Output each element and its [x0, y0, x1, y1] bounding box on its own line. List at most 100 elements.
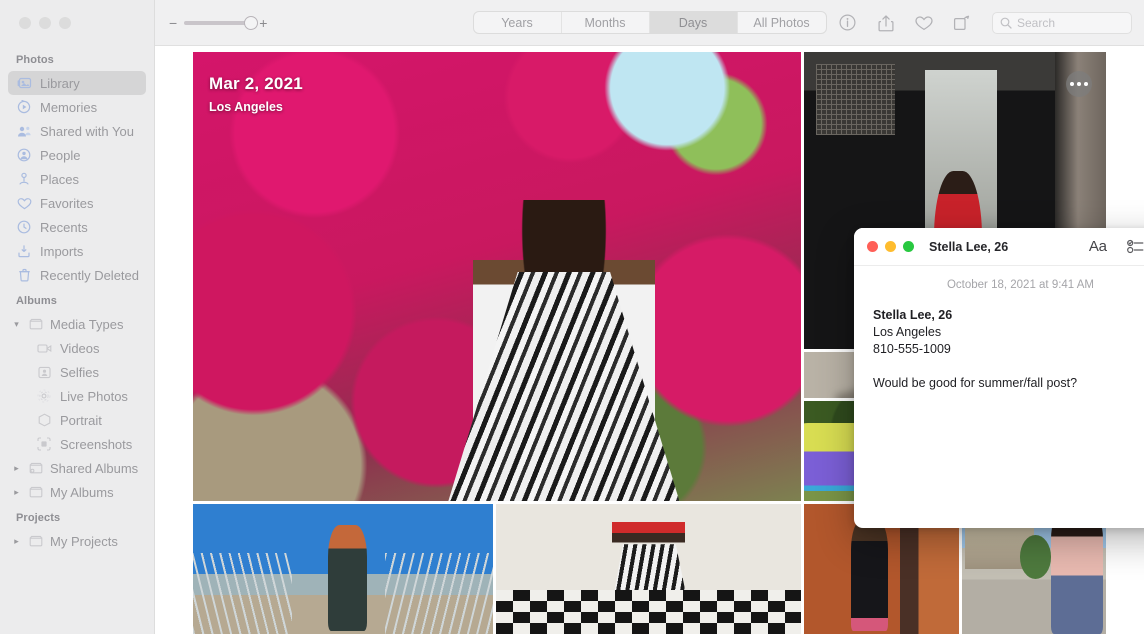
sidebar-item-label: Favorites [40, 195, 94, 211]
zoom-slider-thumb[interactable] [244, 15, 259, 30]
memories-icon [16, 99, 32, 115]
sidebar-item-selfies[interactable]: Selfies [8, 360, 146, 384]
photo-detail [1051, 511, 1104, 634]
folder-icon [28, 533, 44, 549]
chevron-right-icon[interactable]: ▸ [11, 463, 22, 474]
search-field[interactable]: Search [992, 11, 1132, 34]
tab-days[interactable]: Days [649, 12, 738, 33]
search-input[interactable]: Search [1017, 16, 1055, 30]
tab-years[interactable]: Years [474, 12, 562, 33]
sidebar-section-projects: Projects [16, 512, 61, 524]
zoom-in-label[interactable]: + [259, 16, 267, 30]
notes-line: Would be good for summer/fall post? [873, 376, 1078, 390]
sidebar-item-label: Screenshots [60, 436, 133, 452]
screenshot-icon [36, 436, 52, 452]
photos-window: Photos Library Memories Shared with You [0, 0, 1144, 634]
sidebar-section-albums: Albums [16, 295, 57, 307]
zoom-slider[interactable]: − + [155, 15, 267, 30]
shared-folder-icon [28, 460, 44, 476]
share-icon[interactable] [876, 13, 895, 32]
sidebar-item-label: Memories [40, 99, 98, 115]
tab-months[interactable]: Months [562, 12, 650, 33]
sidebar-item-favorites[interactable]: Favorites [8, 191, 146, 215]
day-header: Mar 2, 2021 Los Angeles [209, 74, 303, 114]
sidebar-item-label: Shared Albums [50, 460, 139, 476]
notes-toolbar: Stella Lee, 26 Aa » [854, 228, 1144, 266]
sidebar-item-label: Recents [40, 219, 88, 235]
close-button[interactable] [19, 17, 31, 29]
zoom-slider-track[interactable] [184, 15, 259, 30]
clock-icon [16, 219, 32, 235]
sidebar-item-label: Imports [40, 243, 84, 259]
sidebar-item-videos[interactable]: Videos [8, 336, 146, 360]
sidebar-item-label: My Projects [50, 533, 118, 549]
sidebar-item-my-albums[interactable]: ▸ My Albums [8, 480, 146, 504]
photo-checkerboard[interactable] [496, 504, 801, 634]
sidebar-item-shared-with-you[interactable]: Shared with You [8, 119, 146, 143]
notes-close-button[interactable] [867, 241, 878, 252]
sidebar-item-people[interactable]: People [8, 143, 146, 167]
toolbar: − + Years Months Days All Photos Search [155, 0, 1144, 46]
import-icon [16, 243, 32, 259]
photo-detail [328, 524, 367, 632]
sidebar-item-imports[interactable]: Imports [8, 239, 146, 263]
toolbar-actions: Search [838, 11, 1132, 34]
sidebar-item-media-types[interactable]: ▾ Media Types [8, 312, 146, 336]
format-button[interactable]: Aa [1089, 238, 1107, 255]
notes-window[interactable]: Stella Lee, 26 Aa » October 18, 2021 at … [854, 228, 1144, 528]
heart-icon [16, 195, 32, 211]
day-header-date: Mar 2, 2021 [209, 74, 303, 93]
sidebar-item-label: Shared with You [40, 123, 134, 139]
trash-icon [16, 267, 32, 283]
notes-spacer [873, 358, 1144, 375]
notes-zoom-button[interactable] [903, 241, 914, 252]
notes-line: Stella Lee, 26 [873, 308, 953, 322]
sidebar-item-recents[interactable]: Recents [8, 215, 146, 239]
sidebar-item-label: Selfies [60, 364, 100, 380]
sidebar-item-my-projects[interactable]: ▸ My Projects [8, 529, 146, 553]
more-options-button[interactable] [1066, 71, 1092, 97]
zoom-out-label[interactable]: − [169, 16, 177, 30]
minimize-button[interactable] [39, 17, 51, 29]
notes-body[interactable]: October 18, 2021 at 9:41 AM Stella Lee, … [854, 266, 1144, 392]
sidebar-item-live-photos[interactable]: Live Photos [8, 384, 146, 408]
photo-detail [850, 520, 888, 632]
folder-icon [28, 484, 44, 500]
sidebar-section-photos: Photos [16, 54, 54, 66]
sidebar-item-label: Library [40, 75, 80, 91]
sidebar-item-library[interactable]: Library [8, 71, 146, 95]
rotate-icon[interactable] [952, 13, 971, 32]
notes-date: October 18, 2021 at 9:41 AM [946, 279, 1095, 291]
selfie-icon [36, 364, 52, 380]
sidebar-item-screenshots[interactable]: Screenshots [8, 432, 146, 456]
checklist-icon[interactable] [1126, 239, 1144, 254]
notes-traffic-lights [867, 241, 914, 252]
photo-bridge[interactable] [193, 504, 493, 634]
notes-minimize-button[interactable] [885, 241, 896, 252]
sidebar-item-label: People [40, 147, 81, 163]
tab-all-photos[interactable]: All Photos [738, 12, 826, 33]
photo-detail [193, 553, 292, 634]
favorite-icon[interactable] [914, 13, 933, 32]
zoom-button[interactable] [59, 17, 71, 29]
sidebar-item-label: My Albums [50, 484, 114, 500]
chevron-right-icon[interactable]: ▸ [11, 487, 22, 498]
sidebar-item-recently-deleted[interactable]: Recently Deleted [8, 263, 146, 287]
sidebar-item-label: Recently Deleted [40, 267, 139, 283]
video-icon [36, 340, 52, 356]
sidebar-item-memories[interactable]: Memories [8, 95, 146, 119]
sidebar-item-places[interactable]: Places [8, 167, 146, 191]
search-icon [1000, 17, 1012, 29]
sidebar-list: Photos Library Memories Shared with You [0, 46, 154, 553]
chevron-down-icon[interactable]: ▾ [11, 319, 22, 330]
chevron-right-icon[interactable]: ▸ [11, 536, 22, 547]
view-mode-segmented-control[interactable]: Years Months Days All Photos [472, 11, 827, 34]
sidebar-item-label: Places [40, 171, 80, 187]
notes-title: Stella Lee, 26 [929, 239, 1009, 254]
sidebar-item-shared-albums[interactable]: ▸ Shared Albums [8, 456, 146, 480]
info-icon[interactable] [838, 13, 857, 32]
photo-hero-bougainvillea[interactable]: Mar 2, 2021 Los Angeles [193, 52, 801, 501]
notes-line: 810-555-1009 [873, 342, 951, 356]
sidebar-item-portrait[interactable]: Portrait [8, 408, 146, 432]
shared-with-you-icon [16, 123, 32, 139]
